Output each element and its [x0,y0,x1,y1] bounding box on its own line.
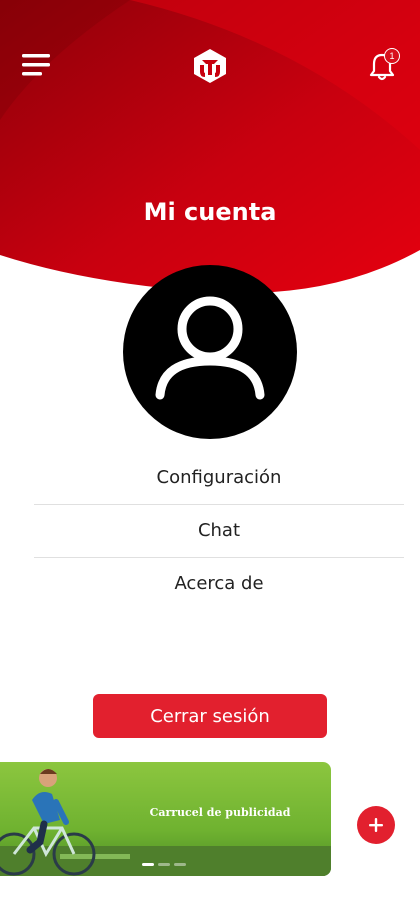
menu-button[interactable] [22,52,52,78]
notifications-button[interactable]: 1 [368,48,400,82]
ad-carousel[interactable]: Carrucel de publicidad [0,762,331,876]
carousel-dot[interactable] [142,863,154,866]
plus-icon [369,818,383,832]
user-avatar-icon [155,296,265,400]
brand-logo-icon [194,49,226,83]
add-button[interactable] [357,806,395,844]
top-bar: 1 [0,0,420,130]
menu-item-configuracion[interactable]: Configuración [34,452,404,504]
avatar[interactable] [123,265,297,439]
brand-logo [191,47,229,85]
banner-text: Carrucel de publicidad [149,806,291,819]
carousel-indicator [142,863,186,866]
carousel-dot[interactable] [174,863,186,866]
notification-badge: 1 [384,48,400,64]
cyclist-illustration [0,769,331,876]
menu-item-acerca-de[interactable]: Acerca de [34,558,404,610]
carousel-dot[interactable] [158,863,170,866]
hamburger-menu-icon [22,54,50,76]
page-title: Mi cuenta [143,198,277,226]
menu-item-chat[interactable]: Chat [34,505,404,557]
logout-button[interactable]: Cerrar sesión [93,694,327,738]
account-menu: Configuración Chat Acerca de [34,452,404,610]
